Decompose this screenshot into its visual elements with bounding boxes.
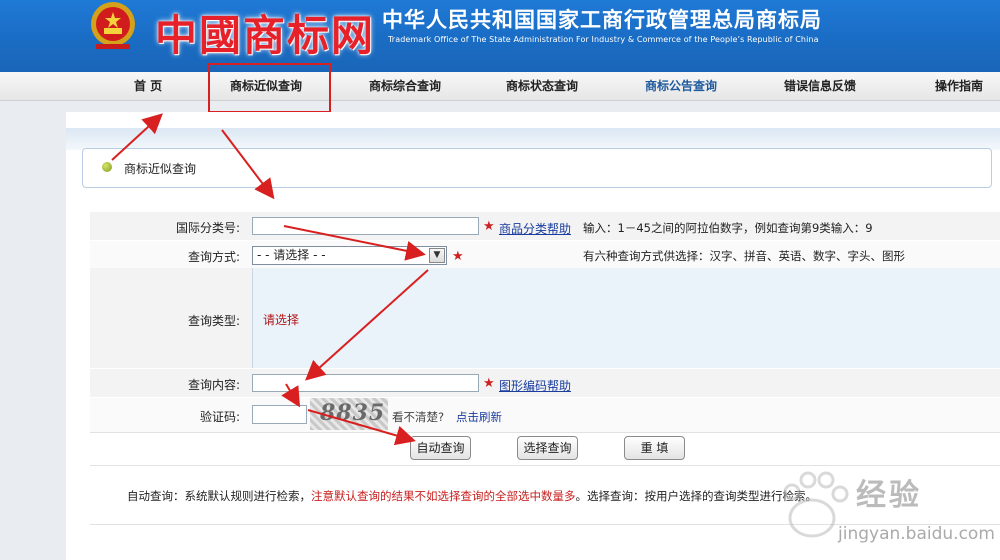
nav-comprehensive-search[interactable]: 商标综合查询 xyxy=(369,72,441,100)
site-header: 中國商标网 中华人民共和国国家工商行政管理总局商标局 Trademark Off… xyxy=(0,0,1000,72)
office-title-cn: 中华人民共和国国家工商行政管理总局商标局 xyxy=(382,8,822,32)
watermark-url: jingyan.baidu.com xyxy=(838,524,995,544)
method-selected-value: - - 请选择 - - xyxy=(257,248,326,262)
class-hint: 输入：1－45之间的阿拉伯数字，例如查询第9类输入：9 xyxy=(583,221,873,235)
divider xyxy=(90,432,1000,433)
type-hint: 请选择 xyxy=(263,313,300,327)
method-select[interactable]: - - 请选择 - - ▼ xyxy=(252,246,447,265)
main-nav: 首 页 商标近似查询 商标综合查询 商标状态查询 商标公告查询 错误信息反馈 操… xyxy=(0,72,1000,101)
type-label: 查询类型: xyxy=(187,314,240,328)
nav-error-feedback[interactable]: 错误信息反馈 xyxy=(784,72,856,100)
captcha-input[interactable] xyxy=(252,405,307,424)
captcha-code-text: 8835 xyxy=(320,400,386,426)
select-search-button[interactable]: 选择查询 xyxy=(517,436,578,460)
bullet-icon xyxy=(102,162,112,172)
method-label: 查询方式: xyxy=(187,250,240,264)
required-star-icon: ★ xyxy=(483,219,495,234)
auto-search-button[interactable]: 自动查询 xyxy=(410,436,471,460)
required-star-icon: ★ xyxy=(483,376,495,391)
captcha-unclear-text: 看不清楚? xyxy=(392,410,445,424)
class-number-input[interactable] xyxy=(252,217,479,235)
reset-button[interactable]: 重 填 xyxy=(624,436,685,460)
class-label: 国际分类号: xyxy=(175,221,240,235)
nav-guide[interactable]: 操作指南 xyxy=(935,72,983,100)
graphic-code-help-link[interactable]: 图形编码帮助 xyxy=(499,377,571,394)
brand-logo-text[interactable]: 中國商标网 xyxy=(155,2,375,63)
chevron-down-icon[interactable]: ▼ xyxy=(429,248,445,263)
type-options-area[interactable] xyxy=(252,268,1000,368)
national-emblem-icon xyxy=(91,2,135,49)
office-title-en: Trademark Office of The State Administra… xyxy=(388,35,819,44)
method-hint: 有六种查询方式供选择：汉字、拼音、英语、数字、字头、图形 xyxy=(583,249,905,263)
captcha-label: 验证码: xyxy=(199,410,240,424)
content-top-band xyxy=(66,128,1000,150)
breadcrumb xyxy=(82,148,992,188)
annotation-highlight-box xyxy=(208,63,331,113)
note-part-1: 自动查询：系统默认规则进行检索， xyxy=(127,489,311,503)
class-help-link[interactable]: 商品分类帮助 xyxy=(499,220,571,237)
watermark-text: 经验 xyxy=(856,478,922,513)
nav-home[interactable]: 首 页 xyxy=(134,72,162,100)
captcha-refresh-link[interactable]: 点击刷新 xyxy=(456,409,502,425)
nav-announcement-search[interactable]: 商标公告查询 xyxy=(645,72,717,100)
search-explanation-note: 自动查询：系统默认规则进行检索，注意默认查询的结果不如选择查询的全部选中数量多。… xyxy=(127,488,817,504)
query-content-input[interactable] xyxy=(252,374,479,392)
content-label: 查询内容: xyxy=(187,378,240,392)
nav-status-search[interactable]: 商标状态查询 xyxy=(506,72,578,100)
breadcrumb-label: 商标近似查询 xyxy=(124,162,197,176)
note-part-2-warning: 注意默认查询的结果不如选择查询的全部选中数量多 xyxy=(311,489,576,503)
required-star-icon: ★ xyxy=(452,249,464,264)
